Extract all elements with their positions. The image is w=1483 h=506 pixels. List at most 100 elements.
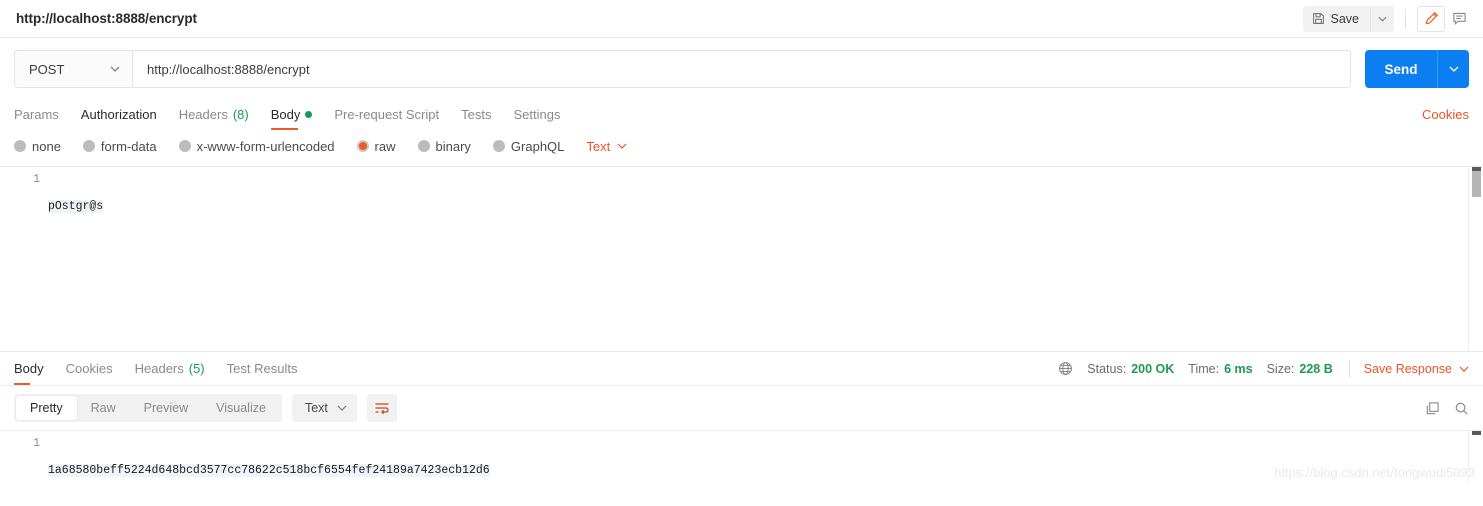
comment-icon (1452, 11, 1467, 26)
request-body-editor[interactable]: 1 pOstgr@s (0, 166, 1483, 352)
chevron-down-icon (1459, 366, 1469, 372)
body-type-x-www-form-urlencoded[interactable]: x-www-form-urlencoded (178, 138, 335, 154)
tab-params[interactable]: Params (14, 98, 59, 130)
save-response-label: Save Response (1363, 361, 1452, 376)
status-value: 200 OK (1131, 361, 1175, 376)
response-gutter: 1 (0, 431, 48, 482)
response-format-select[interactable]: Text (291, 394, 357, 422)
body-type-graphql[interactable]: GraphQL (492, 139, 564, 154)
response-format-value: Text (304, 401, 328, 415)
line-number: 1 (33, 173, 40, 186)
radio-icon (82, 140, 95, 152)
radio-icon (492, 140, 505, 152)
response-view-visualize[interactable]: Visualize (202, 396, 280, 420)
request-url-bar: POST Send (0, 38, 1483, 98)
chevron-down-icon (1378, 16, 1387, 22)
request-editor-gutter: 1 (0, 167, 48, 351)
body-type-options: none form-data x-www-form-urlencoded raw… (0, 130, 1483, 162)
response-tabs-bar: Body Cookies Headers (5) Test Results St… (0, 352, 1483, 386)
body-format-value: Text (586, 138, 611, 154)
send-options-button[interactable] (1437, 50, 1469, 88)
tab-pre-request-script[interactable]: Pre-request Script (334, 98, 439, 130)
top-bar-actions: Save (1302, 5, 1474, 32)
radio-selected-icon (356, 140, 369, 152)
send-button[interactable]: Send (1365, 50, 1437, 88)
comments-button[interactable] (1445, 6, 1473, 32)
response-tab-test-results[interactable]: Test Results (227, 353, 298, 385)
top-bar: http://localhost:8888/encrypt Save (0, 0, 1483, 38)
tab-params-label: Params (14, 106, 59, 122)
request-editor-scrollbar[interactable] (1468, 167, 1483, 351)
status-label: Status: (1087, 361, 1127, 376)
meta-divider (1348, 359, 1350, 378)
search-icon[interactable] (1454, 401, 1469, 416)
tab-settings[interactable]: Settings (513, 98, 560, 130)
chevron-down-icon (617, 143, 627, 149)
body-type-x-www-form-urlencoded-label: x-www-form-urlencoded (196, 138, 335, 154)
body-type-form-data[interactable]: form-data (82, 138, 157, 154)
save-button-group: Save (1302, 5, 1394, 32)
http-method-select[interactable]: POST (14, 50, 132, 88)
scrollbar-cap (1472, 431, 1481, 435)
http-method-value: POST (29, 61, 65, 77)
response-tab-body[interactable]: Body (14, 353, 44, 385)
tab-headers[interactable]: Headers (8) (179, 98, 249, 130)
save-button[interactable]: Save (1302, 5, 1370, 32)
response-scrollbar[interactable] (1468, 431, 1483, 482)
scrollbar-thumb[interactable] (1472, 171, 1481, 197)
save-options-button[interactable] (1370, 5, 1394, 32)
response-view-raw[interactable]: Raw (77, 396, 130, 420)
response-tab-test-results-label: Test Results (226, 361, 298, 376)
response-toolbar: Pretty Raw Preview Visualize Text (0, 386, 1483, 430)
response-tab-headers[interactable]: Headers (5) (135, 353, 205, 385)
toolbar-divider (1405, 8, 1406, 29)
body-type-raw-label: raw (374, 138, 396, 154)
chevron-down-icon (110, 66, 120, 72)
response-view-switcher: Pretty Raw Preview Visualize (14, 394, 282, 422)
body-type-binary-label: binary (435, 138, 471, 154)
globe-icon (1058, 361, 1073, 376)
tab-pre-request-script-label: Pre-request Script (334, 106, 440, 122)
copy-icon[interactable] (1425, 401, 1440, 416)
response-tab-headers-count: (5) (188, 361, 205, 376)
tab-headers-label: Headers (178, 106, 228, 122)
cookies-link[interactable]: Cookies (1422, 107, 1469, 122)
tab-authorization-label: Authorization (80, 106, 157, 122)
request-editor-code[interactable]: pOstgr@s (48, 167, 1483, 351)
radio-icon (417, 140, 430, 152)
tab-authorization[interactable]: Authorization (81, 98, 157, 130)
response-body-viewer[interactable]: 1 1a68580beff5224d648bcd3577cc78622c518b… (0, 430, 1483, 482)
time-value: 6 ms (1224, 361, 1253, 376)
chevron-down-icon (1449, 66, 1459, 72)
body-format-select[interactable]: Text (586, 139, 627, 154)
response-tab-cookies-label: Cookies (65, 361, 113, 376)
response-view-pretty[interactable]: Pretty (16, 396, 77, 420)
response-view-preview[interactable]: Preview (130, 396, 202, 420)
code-line: 1a68580beff5224d648bcd3577cc78622c518bcf… (48, 464, 490, 477)
send-button-group: Send (1365, 50, 1469, 88)
wrap-text-icon (374, 401, 390, 415)
save-button-label: Save (1330, 11, 1360, 26)
body-type-form-data-label: form-data (100, 138, 157, 154)
tab-settings-label: Settings (513, 106, 561, 122)
body-type-none-label: none (32, 138, 61, 154)
tab-tests[interactable]: Tests (461, 98, 491, 130)
response-tab-cookies[interactable]: Cookies (66, 353, 113, 385)
save-response-button[interactable]: Save Response (1364, 362, 1469, 376)
request-url-input[interactable] (132, 50, 1351, 88)
code-line: pOstgr@s (48, 200, 104, 213)
tab-headers-count: (8) (232, 106, 249, 122)
response-tab-headers-label: Headers (134, 361, 184, 376)
body-modified-dot-icon (305, 110, 313, 118)
response-tab-body-label: Body (14, 361, 44, 376)
body-type-binary[interactable]: binary (417, 138, 471, 154)
body-type-none[interactable]: none (14, 139, 61, 154)
size-value: 228 B (1299, 361, 1333, 376)
tab-body[interactable]: Body (270, 98, 313, 130)
edit-request-button[interactable] (1417, 5, 1445, 32)
floppy-disk-icon (1312, 12, 1325, 25)
body-type-raw[interactable]: raw (356, 138, 396, 154)
tab-body-label: Body (270, 106, 301, 122)
radio-icon (14, 140, 26, 152)
wrap-lines-button[interactable] (366, 394, 397, 422)
